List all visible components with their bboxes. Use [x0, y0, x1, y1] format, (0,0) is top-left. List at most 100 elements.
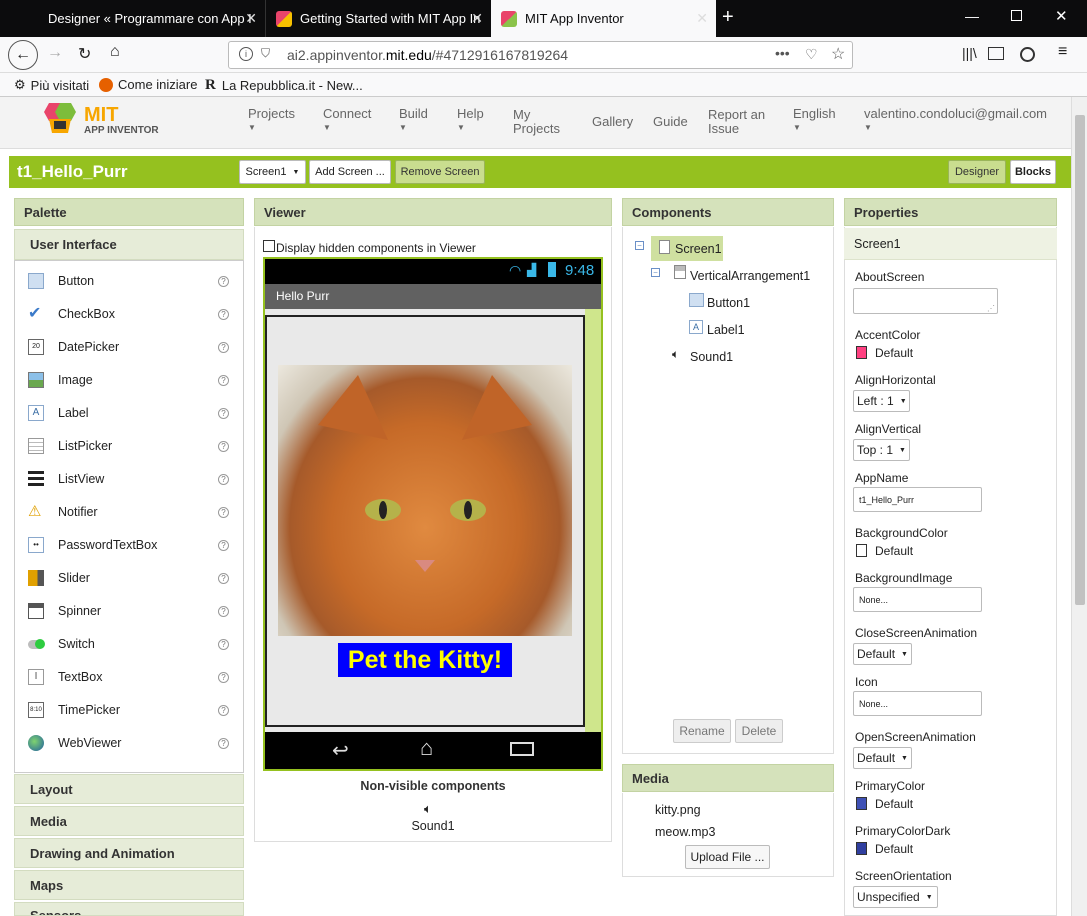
close-icon[interactable]: ✕: [471, 10, 483, 27]
close-icon[interactable]: ✕: [696, 10, 708, 27]
palette-item-passwordtextbox[interactable]: •• PasswordTextBox: [28, 535, 157, 555]
upload-file-button[interactable]: Upload File ...: [685, 845, 770, 869]
menu-my-projects[interactable]: My Projects: [513, 108, 573, 136]
palette-item-switch[interactable]: Switch: [28, 634, 95, 654]
alignvertical-dropdown[interactable]: Top : 1 ▼: [853, 439, 910, 461]
help-icon[interactable]: ?: [218, 342, 229, 353]
help-icon[interactable]: ?: [218, 375, 229, 386]
menu-report-issue[interactable]: Report an Issue: [708, 108, 770, 136]
window-close-icon[interactable]: ✕: [1055, 7, 1068, 25]
screen-select[interactable]: Screen1 ▼: [239, 160, 306, 184]
menu-gallery[interactable]: Gallery: [592, 115, 633, 129]
background-color-swatch[interactable]: [856, 544, 867, 557]
blocks-button[interactable]: Blocks: [1010, 160, 1056, 184]
primary-dark-color-value[interactable]: Default: [875, 842, 913, 856]
bookmark-repubblica[interactable]: R La Repubblica.it - New...: [205, 77, 363, 94]
pet-kitty-label[interactable]: Pet the Kitty!: [338, 643, 512, 677]
palette-category-media[interactable]: Media: [14, 806, 244, 836]
collapse-icon[interactable]: −: [635, 241, 644, 250]
help-icon[interactable]: ?: [218, 639, 229, 650]
page-scrollbar[interactable]: [1071, 97, 1087, 916]
forward-icon[interactable]: →: [47, 44, 63, 62]
palette-item-button[interactable]: Button: [28, 271, 94, 291]
alignhorizontal-dropdown[interactable]: Left : 1 ▼: [853, 390, 910, 412]
library-icon[interactable]: |||\: [962, 45, 977, 61]
menu-build[interactable]: Build ▼: [399, 107, 428, 135]
bookmark-most-visited[interactable]: ⚙ Più visitati: [14, 77, 89, 93]
hidden-components-checkbox[interactable]: [263, 240, 275, 252]
help-icon[interactable]: ?: [218, 441, 229, 452]
remove-screen-button[interactable]: Remove Screen: [395, 160, 485, 184]
url-bar[interactable]: i ⛉ ai2.appinventor. mit.edu/#47129161678…: [228, 41, 853, 69]
nonvisible-sound1[interactable]: Sound1: [254, 819, 612, 833]
sidebar-icon[interactable]: [988, 47, 1004, 60]
menu-guide[interactable]: Guide: [653, 115, 688, 129]
palette-item-label[interactable]: A Label: [28, 403, 89, 423]
help-icon[interactable]: ?: [218, 705, 229, 716]
media-file-kitty[interactable]: kitty.png: [655, 803, 701, 817]
palette-item-checkbox[interactable]: ✔ CheckBox: [28, 304, 115, 324]
palette-item-spinner[interactable]: Spinner: [28, 601, 101, 621]
palette-item-listpicker[interactable]: ListPicker: [28, 436, 112, 456]
palette-item-textbox[interactable]: I TextBox: [28, 667, 102, 687]
palette-item-timepicker[interactable]: 8:10 TimePicker: [28, 700, 120, 720]
reload-icon[interactable]: ↻: [78, 44, 91, 64]
browser-tab-active[interactable]: MIT App Inventor ✕: [491, 0, 716, 37]
collapse-icon[interactable]: −: [651, 268, 660, 277]
palette-item-image[interactable]: Image: [28, 370, 93, 390]
help-icon[interactable]: ?: [218, 738, 229, 749]
menu-language[interactable]: English ▼: [793, 107, 836, 135]
back-icon[interactable]: ←: [8, 40, 38, 70]
palette-category-layout[interactable]: Layout: [14, 774, 244, 804]
help-icon[interactable]: ?: [218, 606, 229, 617]
palette-category-maps[interactable]: Maps: [14, 870, 244, 900]
openanimation-dropdown[interactable]: Default ▼: [853, 747, 912, 769]
help-icon[interactable]: ?: [218, 540, 229, 551]
help-icon[interactable]: ?: [218, 309, 229, 320]
info-icon[interactable]: i: [239, 47, 253, 61]
menu-user[interactable]: valentino.condoluci@gmail.com ▼: [864, 107, 1047, 135]
scrollbar-thumb[interactable]: [1075, 115, 1085, 605]
aboutscreen-textarea[interactable]: ⋰: [853, 288, 998, 314]
background-color-value[interactable]: Default: [875, 544, 913, 558]
designer-button[interactable]: Designer: [948, 160, 1006, 184]
help-icon[interactable]: ?: [218, 573, 229, 584]
help-icon[interactable]: ?: [218, 672, 229, 683]
browser-tab[interactable]: Designer « Programmare con App I ✕: [38, 0, 266, 37]
home-icon[interactable]: ⌂: [110, 43, 120, 61]
accent-color-swatch[interactable]: [856, 346, 867, 359]
palette-item-webviewer[interactable]: WebViewer: [28, 733, 121, 753]
accent-color-value[interactable]: Default: [875, 346, 913, 360]
help-icon[interactable]: ?: [218, 507, 229, 518]
bookmark-star-icon[interactable]: ☆: [831, 44, 845, 64]
browser-tab[interactable]: Getting Started with MIT App In ✕: [266, 0, 491, 37]
new-tab-icon[interactable]: +: [722, 6, 734, 29]
kitty-image[interactable]: [278, 365, 572, 636]
appname-input[interactable]: t1_Hello_Purr: [853, 487, 982, 512]
screenorientation-dropdown[interactable]: Unspecified ▼: [853, 886, 938, 908]
palette-item-listview[interactable]: ListView: [28, 469, 104, 489]
delete-button[interactable]: Delete: [735, 719, 783, 743]
close-icon[interactable]: ✕: [245, 10, 257, 27]
media-file-meow[interactable]: meow.mp3: [655, 825, 715, 839]
bookmark-getting-started[interactable]: Come iniziare: [99, 77, 197, 92]
pocket-icon[interactable]: ♡: [805, 46, 818, 63]
help-icon[interactable]: ?: [218, 474, 229, 485]
palette-category-drawing-animation[interactable]: Drawing and Animation: [14, 838, 244, 868]
minimize-icon[interactable]: —: [965, 8, 979, 24]
account-icon[interactable]: [1020, 47, 1035, 62]
maximize-icon[interactable]: [1011, 10, 1022, 21]
primary-color-swatch[interactable]: [856, 797, 867, 810]
rename-button[interactable]: Rename: [673, 719, 731, 743]
closeanimation-dropdown[interactable]: Default ▼: [853, 643, 912, 665]
add-screen-button[interactable]: Add Screen ...: [309, 160, 391, 184]
tree-item-screen1[interactable]: Screen1: [651, 236, 723, 261]
menu-projects[interactable]: Projects ▼: [248, 107, 295, 135]
palette-item-slider[interactable]: Slider: [28, 568, 90, 588]
shield-icon[interactable]: ⛉: [261, 46, 270, 61]
icon-picker[interactable]: None...: [853, 691, 982, 716]
backgroundimage-picker[interactable]: None...: [853, 587, 982, 612]
menu-help[interactable]: Help ▼: [457, 107, 484, 135]
menu-icon[interactable]: ≡: [1058, 43, 1067, 61]
help-icon[interactable]: ?: [218, 408, 229, 419]
